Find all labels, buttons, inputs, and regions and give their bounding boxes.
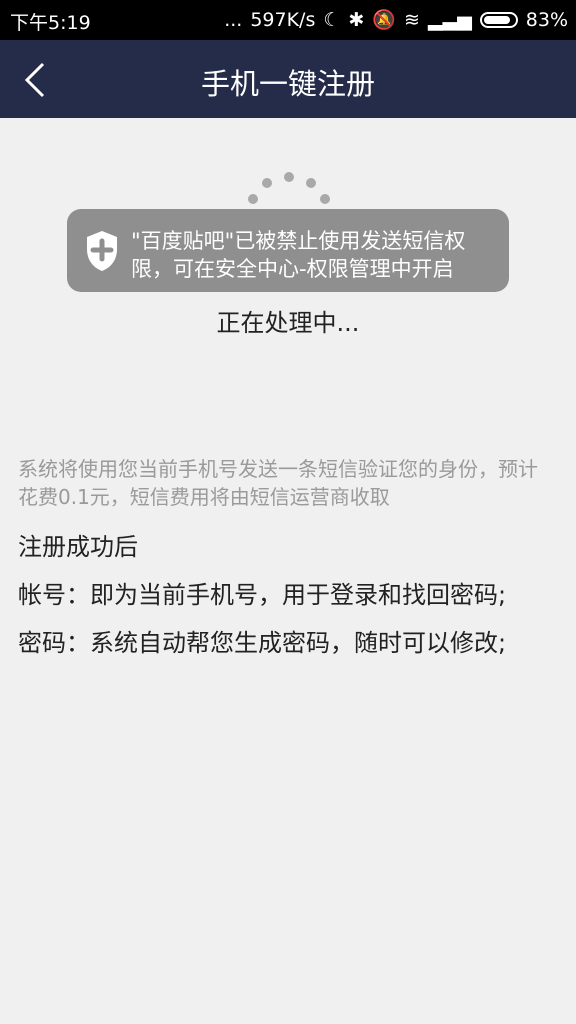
status-time: 下午5:19 (10, 12, 91, 34)
moon-icon: ☾ (323, 9, 341, 31)
spinner-dot (262, 178, 272, 188)
signal-icon: ▂▃▅ (427, 9, 472, 31)
status-bar: 下午5:19 ... 597K/s ☾ ✱ 🔕 ≋ ▂▃▅ 83% (0, 0, 576, 40)
password-description: 密码：系统自动帮您生成密码，随时可以修改; (18, 629, 507, 657)
battery-icon (479, 12, 518, 28)
status-icons: ... 597K/s ☾ ✱ 🔕 ≋ ▂▃▅ 83% (224, 8, 568, 32)
spinner-dot (320, 194, 330, 204)
processing-text: 正在处理中... (216, 309, 360, 337)
after-register-heading: 注册成功后 (18, 533, 138, 561)
spinner-dot (284, 172, 294, 182)
battery-percent: 83% (525, 9, 568, 31)
more-dots: ... (224, 9, 243, 31)
toast-text: "百度贴吧"已被禁止使用发送短信权限，可在安全中心-权限管理中开启 (131, 229, 466, 281)
account-description: 帐号：即为当前手机号，用于登录和找回密码; (18, 581, 507, 609)
shield-plus-icon (87, 231, 117, 271)
page-title: 手机一键注册 (200, 67, 375, 101)
mute-bell-icon: 🔕 (372, 9, 396, 31)
permission-toast: "百度贴吧"已被禁止使用发送短信权限，可在安全中心-权限管理中开启 (67, 209, 509, 292)
spinner-dot (248, 194, 258, 204)
bluetooth-icon: ✱ (348, 9, 365, 31)
header: 手机一键注册 (0, 40, 576, 118)
wifi-icon: ≋ (404, 9, 420, 31)
network-speed: 597K/s (250, 9, 316, 31)
spinner-dot (306, 178, 316, 188)
sms-info-text: 系统将使用您当前手机号发送一条短信验证您的身份，预计花费0.1元，短信费用将由短… (18, 457, 538, 509)
